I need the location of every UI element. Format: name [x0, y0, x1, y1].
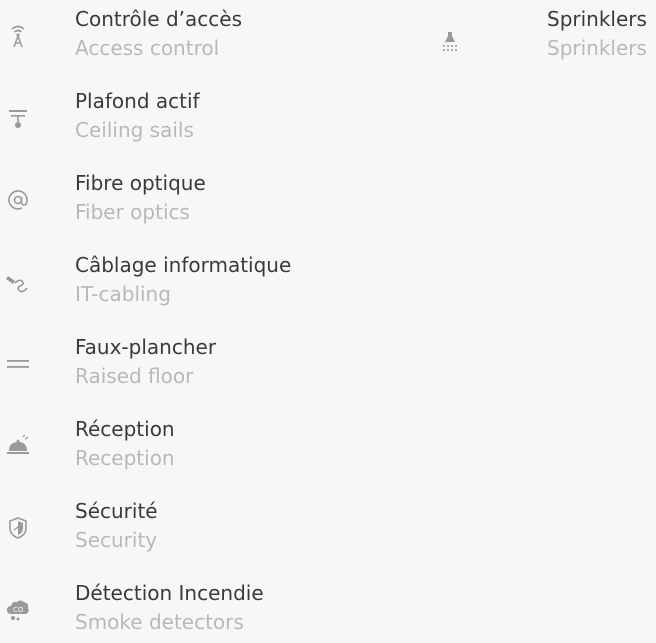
item-subtitle: Access control [75, 36, 220, 60]
item-title: Sprinklers [547, 7, 647, 31]
services-list-right: Sprinklers Sprinklers [430, 0, 656, 82]
item-subtitle: IT-cabling [75, 282, 171, 306]
list-item-ceiling-sails[interactable]: Plafond actif Ceiling sails [0, 82, 460, 164]
cable-plug-icon [0, 264, 36, 300]
list-item-raised-floor[interactable]: Faux-plancher Raised floor [0, 328, 460, 410]
item-subtitle: Sprinklers [547, 36, 647, 60]
list-item-reception[interactable]: Réception Reception [0, 410, 460, 492]
item-subtitle: Smoke detectors [75, 610, 244, 634]
item-subtitle: Raised floor [75, 364, 194, 388]
sprinkler-icon [432, 24, 468, 60]
services-list-left: Contrôle d’accès Access control Plafond … [0, 0, 460, 643]
at-sign-icon [0, 182, 36, 218]
item-title: Fibre optique [75, 171, 206, 195]
item-title: Faux-plancher [75, 335, 217, 359]
list-item-smoke-detectors[interactable]: CO Détection Incendie Smoke detectors [0, 574, 460, 643]
item-title: Câblage informatique [75, 253, 292, 277]
ceiling-lamp-icon [0, 100, 36, 136]
list-item-fiber-optics[interactable]: Fibre optique Fiber optics [0, 164, 460, 246]
item-subtitle: Security [75, 528, 158, 552]
item-title: Détection Incendie [75, 581, 264, 605]
list-item-sprinklers[interactable]: Sprinklers Sprinklers [430, 0, 656, 82]
item-title: Réception [75, 417, 175, 441]
shield-icon [0, 510, 36, 546]
list-item-access-control[interactable]: Contrôle d’accès Access control [0, 0, 460, 82]
list-item-security[interactable]: Sécurité Security [0, 492, 460, 574]
item-title: Contrôle d’accès [75, 7, 242, 31]
svg-text:CO: CO [13, 606, 24, 614]
item-subtitle: Ceiling sails [75, 118, 194, 142]
item-title: Plafond actif [75, 89, 200, 113]
antenna-icon [0, 18, 36, 54]
services-page: Contrôle d’accès Access control Plafond … [0, 0, 656, 643]
service-bell-icon [0, 428, 36, 464]
item-subtitle: Reception [75, 446, 175, 470]
item-subtitle: Fiber optics [75, 200, 190, 224]
double-line-icon [0, 346, 36, 382]
list-item-it-cabling[interactable]: Câblage informatique IT-cabling [0, 246, 460, 328]
smoke-co-icon: CO [0, 592, 36, 628]
item-title: Sécurité [75, 499, 158, 523]
